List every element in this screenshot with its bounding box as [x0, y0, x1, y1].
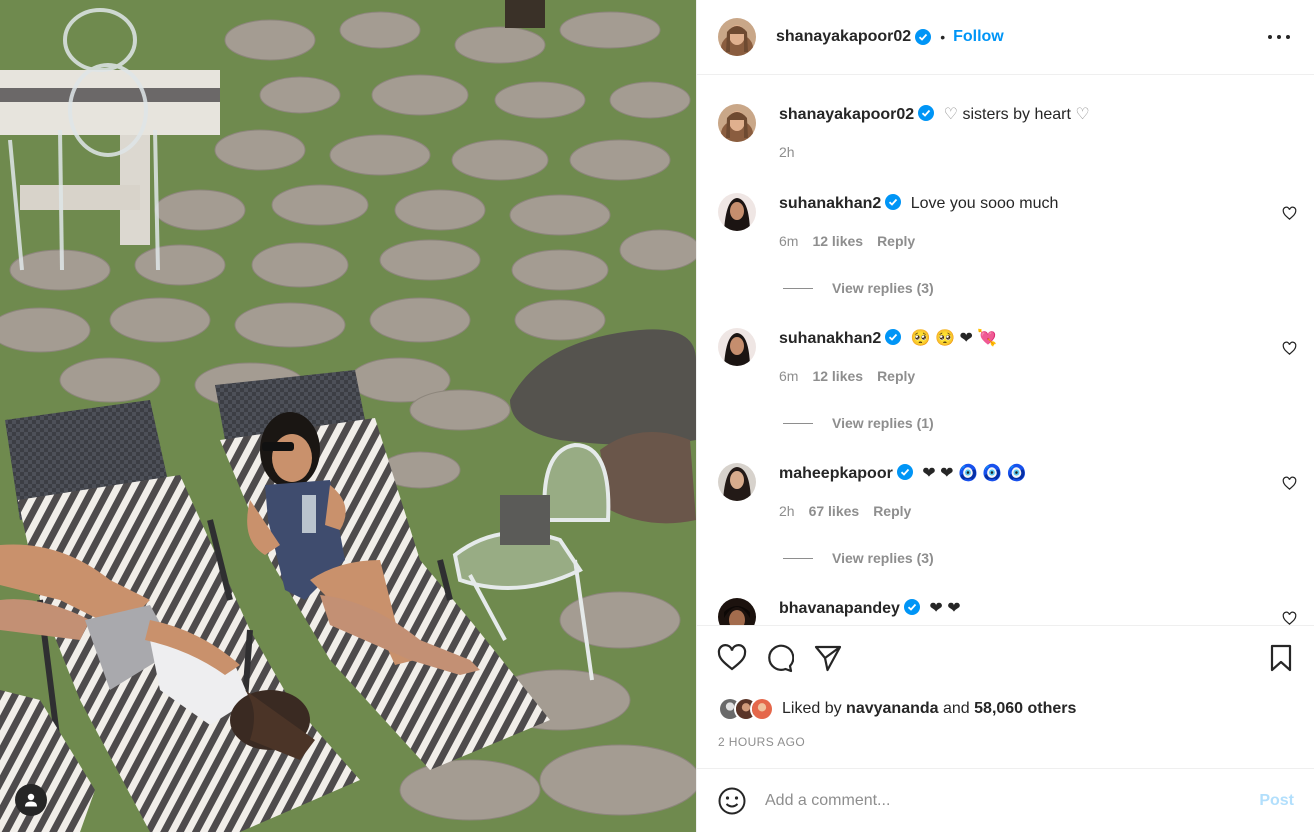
- reply-button[interactable]: Reply: [877, 368, 915, 384]
- comment-item: suhanakhan2 🥺 🥺 ❤ 💘 6m 12 likes Reply: [718, 328, 1314, 428]
- post-header: shanayakapoor02 • Follow: [697, 0, 1314, 75]
- commenter-avatar[interactable]: [718, 598, 756, 625]
- post-details-panel: shanayakapoor02 • Follow shanayakapoor02…: [696, 0, 1314, 832]
- liked-by-user[interactable]: navyananda: [846, 700, 938, 718]
- reply-button[interactable]: Reply: [877, 233, 915, 249]
- commenter-avatar[interactable]: [718, 463, 756, 501]
- view-replies-label: View replies (3): [832, 280, 934, 296]
- likes-summary: Liked by navyananda and 58,060 others: [718, 696, 1076, 722]
- view-replies-button[interactable]: View replies (1): [783, 415, 934, 431]
- author-avatar[interactable]: [718, 104, 756, 142]
- commenter-avatar[interactable]: [718, 193, 756, 231]
- liker-avatar: [750, 697, 774, 721]
- person-icon: [25, 793, 37, 807]
- comment-composer: Post: [697, 768, 1314, 832]
- comment-likes[interactable]: 67 likes: [809, 503, 860, 519]
- liked-by-conj: and: [942, 700, 970, 717]
- commenter-username[interactable]: suhanakhan2: [779, 330, 881, 347]
- caption-text: sisters by heart: [962, 106, 1071, 123]
- post-actions: Liked by navyananda and 58,060 others 2 …: [697, 625, 1314, 768]
- comment-item: suhanakhan2 Love you sooo much 6m 12 lik…: [718, 193, 1314, 293]
- comment-input[interactable]: [765, 791, 1260, 810]
- caption: shanayakapoor02 ♡ sisters by heart ♡ 2h: [718, 104, 1314, 174]
- separator-dot: •: [940, 29, 946, 45]
- like-comment-heart-icon[interactable]: [1282, 206, 1297, 221]
- comment-item: bhavanapandey ❤ ❤: [718, 598, 1314, 625]
- share-send-icon[interactable]: [813, 643, 843, 673]
- like-comment-heart-icon[interactable]: [1282, 341, 1297, 356]
- commenter-username[interactable]: bhavanapandey: [779, 600, 900, 617]
- post-photo[interactable]: [0, 0, 696, 832]
- comment-text: ❤ ❤: [929, 600, 961, 617]
- verified-badge-icon: [885, 329, 902, 345]
- tagged-users-button[interactable]: [15, 784, 47, 816]
- post-comment-button[interactable]: Post: [1259, 792, 1294, 810]
- liked-by-prefix: Liked by: [782, 700, 842, 717]
- comment-time[interactable]: 6m: [779, 233, 798, 249]
- poolside-photo: [0, 0, 696, 832]
- liker-avatars: [718, 697, 774, 721]
- author-username[interactable]: shanayakapoor02: [776, 28, 911, 46]
- comment-time[interactable]: 6m: [779, 368, 798, 384]
- post-timestamp[interactable]: 2 HOURS AGO: [718, 735, 805, 749]
- view-replies-button[interactable]: View replies (3): [783, 280, 934, 296]
- replies-divider-line: [783, 422, 813, 424]
- reply-button[interactable]: Reply: [873, 503, 911, 519]
- commenter-username[interactable]: maheepkapoor: [779, 465, 893, 482]
- more-options-icon[interactable]: [1268, 25, 1290, 49]
- author-avatar[interactable]: [718, 18, 756, 56]
- comments-list[interactable]: shanayakapoor02 ♡ sisters by heart ♡ 2h …: [697, 75, 1314, 625]
- comment-item: maheepkapoor ❤ ❤ 🧿 🧿 🧿 2h 67 likes Reply: [718, 463, 1314, 563]
- comment-text: ❤ ❤ 🧿 🧿 🧿: [922, 465, 1027, 482]
- white-heart-icon: ♡: [943, 106, 958, 123]
- follow-button[interactable]: Follow: [953, 28, 1004, 46]
- like-heart-icon[interactable]: [717, 643, 747, 673]
- like-comment-heart-icon[interactable]: [1282, 611, 1297, 625]
- commenter-avatar[interactable]: [718, 328, 756, 366]
- verified-badge-icon: [903, 599, 920, 615]
- replies-divider-line: [783, 287, 813, 289]
- view-replies-label: View replies (3): [832, 550, 934, 566]
- post-modal: shanayakapoor02 • Follow shanayakapoor02…: [0, 0, 1314, 832]
- comment-time[interactable]: 2h: [779, 503, 795, 519]
- verified-badge-icon: [885, 194, 902, 210]
- liked-by-others[interactable]: 58,060 others: [974, 700, 1076, 718]
- caption-time[interactable]: 2h: [779, 144, 795, 160]
- comment-text: 🥺 🥺 ❤ 💘: [910, 330, 998, 347]
- like-comment-heart-icon[interactable]: [1282, 476, 1297, 491]
- white-heart-icon: ♡: [1075, 106, 1090, 123]
- commenter-username[interactable]: suhanakhan2: [779, 195, 881, 212]
- caption-username[interactable]: shanayakapoor02: [779, 106, 914, 123]
- verified-badge-icon: [896, 464, 913, 480]
- view-replies-button[interactable]: View replies (3): [783, 550, 934, 566]
- comment-likes[interactable]: 12 likes: [812, 233, 863, 249]
- save-bookmark-icon[interactable]: [1266, 643, 1296, 673]
- verified-badge-icon: [915, 29, 932, 45]
- comment-bubble-icon[interactable]: [764, 643, 794, 673]
- view-replies-label: View replies (1): [832, 415, 934, 431]
- verified-badge-icon: [918, 105, 935, 121]
- emoji-smile-icon[interactable]: [717, 786, 747, 816]
- replies-divider-line: [783, 557, 813, 559]
- comment-likes[interactable]: 12 likes: [812, 368, 863, 384]
- comment-text: Love you sooo much: [910, 195, 1059, 212]
